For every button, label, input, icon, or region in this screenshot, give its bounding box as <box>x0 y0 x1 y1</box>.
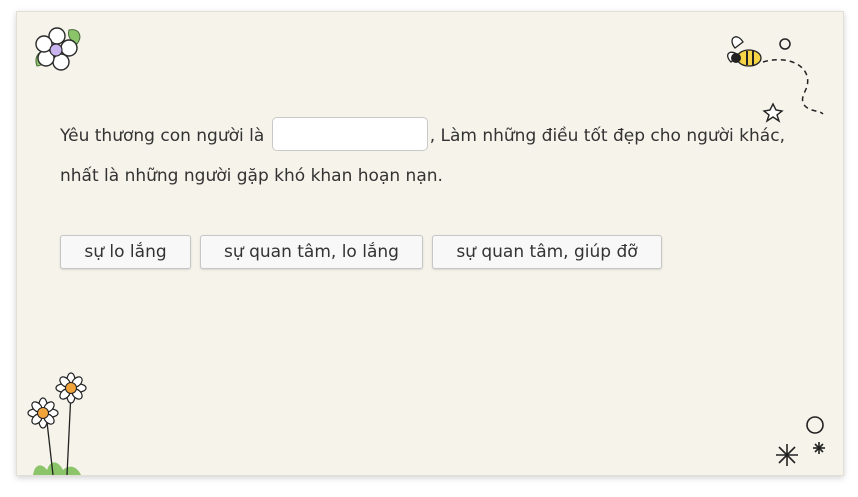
flower-icon <box>35 27 81 71</box>
option-button-2[interactable]: sự quan tâm, lo lắng <box>200 235 423 269</box>
daisy-flowers-icon <box>27 372 87 475</box>
question-text-after: , Làm những điều tốt đẹp cho người khác, <box>429 126 785 146</box>
exercise-card: Yêu thương con người là , Làm những điều… <box>16 11 844 476</box>
sparkle-icon <box>776 416 825 466</box>
answer-blank[interactable] <box>271 117 428 151</box>
question-text-line2: nhất là những người gặp khó khan hoạn nạ… <box>60 166 443 186</box>
bee-icon <box>727 36 824 123</box>
option-button-1[interactable]: sự lo lắng <box>60 235 191 269</box>
question-sentence: Yêu thương con người là , Làm những điều… <box>60 116 820 196</box>
question-text-before: Yêu thương con người là <box>60 126 265 146</box>
option-button-3[interactable]: sự quan tâm, giúp đỡ <box>432 235 662 269</box>
